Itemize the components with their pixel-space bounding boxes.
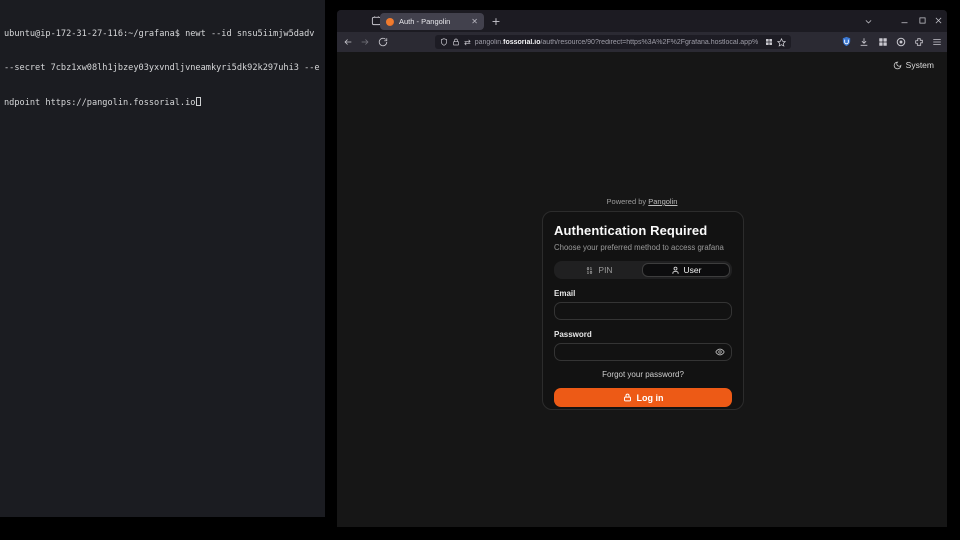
url-bar[interactable]: ⇄ pangolin.fossorial.io/auth/resource/90… [435,35,791,49]
back-icon[interactable] [343,37,353,47]
forgot-password-link[interactable]: Forgot your password? [554,370,732,379]
auth-method-tabs: PIN User [554,261,732,279]
switch-icon[interactable]: ⇄ [464,38,471,47]
browser-titlebar: Auth - Pangolin ✕ + [337,10,947,32]
grid-icon[interactable] [765,38,773,46]
terminal-line: ubuntu@ip-172-31-27-116:~/grafana$ newt … [4,29,322,40]
pangolin-link[interactable]: Pangolin [648,197,677,206]
tab-close-icon[interactable]: ✕ [471,17,478,26]
email-label: Email [554,289,732,298]
menu-hamburger-icon[interactable] [932,37,942,47]
theme-switcher[interactable]: System [893,60,934,70]
browser-tab[interactable]: Auth - Pangolin ✕ [380,13,484,30]
terminal-line: ndpoint https://pangolin.fossorial.io [4,97,322,109]
url-text: pangolin.fossorial.io/auth/resource/90?r… [475,39,761,46]
extension-icon[interactable] [914,37,924,47]
terminal-cursor [196,97,201,106]
terminal-window[interactable]: ubuntu@ip-172-31-27-116:~/grafana$ newt … [0,0,325,517]
card-title: Authentication Required [554,223,732,238]
list-tabs-chevron-icon[interactable] [864,17,873,26]
refresh-icon[interactable] [378,37,388,47]
email-field[interactable] [554,302,732,320]
eye-icon[interactable] [715,347,725,357]
extensions-grid-icon[interactable] [878,37,888,47]
forward-icon[interactable] [360,37,370,47]
shield-icon[interactable] [440,38,448,46]
privacy-ring-icon[interactable] [896,37,906,47]
pangolin-favicon [386,18,394,26]
browser-window: Auth - Pangolin ✕ + [337,10,947,527]
auth-page: System Powered by Pangolin Authenticatio… [337,52,947,527]
theme-label: System [906,60,934,70]
minimize-button[interactable] [900,16,909,25]
new-tab-button[interactable]: + [489,14,503,28]
download-icon[interactable] [859,37,869,47]
tab-user[interactable]: User [642,263,730,277]
binary-icon [585,266,594,275]
login-button[interactable]: Log in [554,388,732,407]
lock-icon[interactable] [452,38,460,46]
ublock-icon[interactable] [841,36,852,47]
tab-pin[interactable]: PIN [556,263,642,277]
terminal-line: --secret 7cbz1xw08lh1jbzey03yxvndljvneam… [4,63,322,74]
auth-card: Authentication Required Choose your pref… [542,211,744,410]
bookmark-star-icon[interactable] [777,38,786,47]
moon-icon [893,61,902,70]
tab-title: Auth - Pangolin [399,17,466,26]
close-window-button[interactable] [934,16,943,25]
card-subtitle: Choose your preferred method to access g… [554,243,732,252]
password-field[interactable] [554,343,732,361]
powered-by: Powered by Pangolin [337,197,947,206]
user-icon [671,266,680,275]
terminal-output: ubuntu@ip-172-31-27-116:~/grafana$ newt … [0,0,325,132]
lock-icon [623,393,632,402]
password-label: Password [554,330,732,339]
maximize-button[interactable] [918,16,927,25]
browser-toolbar: ⇄ pangolin.fossorial.io/auth/resource/90… [337,32,947,52]
